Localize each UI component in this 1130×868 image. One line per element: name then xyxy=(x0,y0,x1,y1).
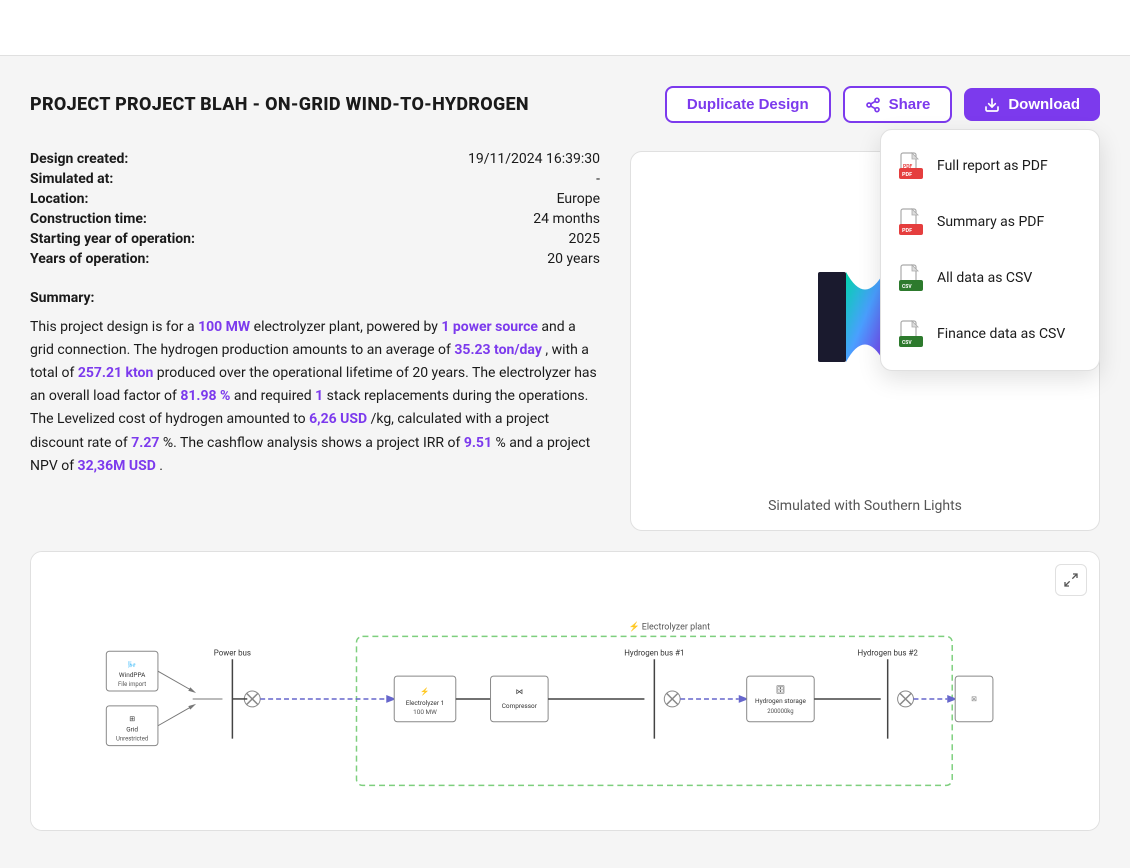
construction-time-label: Construction time: xyxy=(30,211,147,227)
design-created-value: 19/11/2024 16:39:30 xyxy=(468,151,600,167)
download-container: Download PDF PDF xyxy=(964,88,1100,121)
svg-text:CSV: CSV xyxy=(902,284,912,290)
summary-text: This project design is for a 100 MW elec… xyxy=(30,316,600,478)
header-actions: Duplicate Design Share Download xyxy=(665,86,1100,123)
svg-text:WindPPA: WindPPA xyxy=(119,671,146,679)
svg-text:🗄: 🗄 xyxy=(776,685,785,694)
header-row: PROJECT PROJECT BLAH - ON-GRID WIND-TO-H… xyxy=(30,86,1100,123)
svg-text:Grid: Grid xyxy=(126,726,138,734)
summary-title: Summary: xyxy=(30,287,600,310)
svg-text:CSV: CSV xyxy=(902,340,912,346)
svg-text:⋈: ⋈ xyxy=(516,687,523,696)
meta-row-years-operation: Years of operation: 20 years xyxy=(30,251,600,267)
simulated-text: Simulated with Southern Lights xyxy=(752,482,978,530)
location-value: Europe xyxy=(557,191,600,207)
svg-text:Hydrogen bus #1: Hydrogen bus #1 xyxy=(624,648,684,657)
svg-text:200000kg: 200000kg xyxy=(767,708,793,715)
download-finance-csv-label: Finance data as CSV xyxy=(937,326,1065,342)
download-dropdown: PDF PDF Full report as PDF xyxy=(880,129,1100,371)
left-panel: Design created: 19/11/2024 16:39:30 Simu… xyxy=(30,151,600,531)
diagram-svg: ⚡ Electrolyzer plant 🌬️ WindPPA File imp… xyxy=(31,552,1099,830)
share-label: Share xyxy=(889,96,931,113)
csv-icon-all: CSV xyxy=(897,262,925,294)
summary-section: Summary: This project design is for a 10… xyxy=(30,287,600,478)
page-title: PROJECT PROJECT BLAH - ON-GRID WIND-TO-H… xyxy=(30,94,529,115)
starting-year-label: Starting year of operation: xyxy=(30,231,195,247)
svg-text:Electrolyzer 1: Electrolyzer 1 xyxy=(406,699,444,707)
svg-text:🌬️: 🌬️ xyxy=(128,660,137,669)
expand-icon xyxy=(1063,572,1079,588)
csv-icon-finance: CSV xyxy=(897,318,925,350)
meta-row-location: Location: Europe xyxy=(30,191,600,207)
download-finance-csv[interactable]: CSV Finance data as CSV xyxy=(881,306,1099,362)
download-icon xyxy=(984,97,1000,113)
svg-text:Unrestricted: Unrestricted xyxy=(116,736,148,743)
download-all-csv[interactable]: CSV All data as CSV xyxy=(881,250,1099,306)
pdf-icon-full: PDF PDF xyxy=(897,150,925,182)
meta-row-construction-time: Construction time: 24 months xyxy=(30,211,600,227)
diagram-canvas: ⚡ Electrolyzer plant 🌬️ WindPPA File imp… xyxy=(31,552,1099,830)
download-full-pdf-label: Full report as PDF xyxy=(937,158,1048,174)
svg-text:⊞: ⊞ xyxy=(129,715,135,723)
top-bar xyxy=(0,0,1130,56)
download-button[interactable]: Download xyxy=(964,88,1100,121)
download-summary-pdf[interactable]: PDF Summary as PDF xyxy=(881,194,1099,250)
svg-text:⊠: ⊠ xyxy=(971,695,977,703)
meta-row-design-created: Design created: 19/11/2024 16:39:30 xyxy=(30,151,600,167)
download-full-pdf[interactable]: PDF PDF Full report as PDF xyxy=(881,138,1099,194)
meta-table: Design created: 19/11/2024 16:39:30 Simu… xyxy=(30,151,600,267)
svg-text:Hydrogen bus #2: Hydrogen bus #2 xyxy=(858,648,919,657)
construction-time-value: 24 months xyxy=(533,211,600,227)
svg-text:100 MW: 100 MW xyxy=(413,708,437,716)
svg-text:⚡ Electrolyzer plant: ⚡ Electrolyzer plant xyxy=(629,620,711,632)
expand-diagram-button[interactable] xyxy=(1055,564,1087,596)
pdf-icon-summary: PDF xyxy=(897,206,925,238)
svg-text:Compressor: Compressor xyxy=(502,702,538,710)
svg-text:Hydrogen storage: Hydrogen storage xyxy=(755,697,806,705)
download-all-csv-label: All data as CSV xyxy=(937,270,1032,286)
simulated-at-label: Simulated at: xyxy=(30,171,113,187)
duplicate-design-button[interactable]: Duplicate Design xyxy=(665,86,831,123)
location-label: Location: xyxy=(30,191,88,207)
starting-year-value: 2025 xyxy=(569,231,600,247)
meta-row-starting-year: Starting year of operation: 2025 xyxy=(30,231,600,247)
svg-text:PDF: PDF xyxy=(902,172,912,178)
years-operation-value: 20 years xyxy=(547,251,600,267)
svg-text:PDF: PDF xyxy=(902,228,912,234)
years-operation-label: Years of operation: xyxy=(30,251,149,267)
svg-text:File import: File import xyxy=(118,681,146,688)
design-created-label: Design created: xyxy=(30,151,128,167)
download-summary-pdf-label: Summary as PDF xyxy=(937,214,1044,230)
simulated-at-value: - xyxy=(596,171,600,187)
diagram-section: ⚡ Electrolyzer plant 🌬️ WindPPA File imp… xyxy=(30,551,1100,831)
svg-text:Power bus: Power bus xyxy=(214,648,251,657)
main-content: PROJECT PROJECT BLAH - ON-GRID WIND-TO-H… xyxy=(0,56,1130,851)
share-icon xyxy=(865,97,881,113)
share-button[interactable]: Share xyxy=(843,86,953,123)
download-label: Download xyxy=(1008,96,1080,113)
svg-text:⚡: ⚡ xyxy=(420,687,429,696)
meta-row-simulated-at: Simulated at: - xyxy=(30,171,600,187)
duplicate-design-label: Duplicate Design xyxy=(687,96,809,113)
